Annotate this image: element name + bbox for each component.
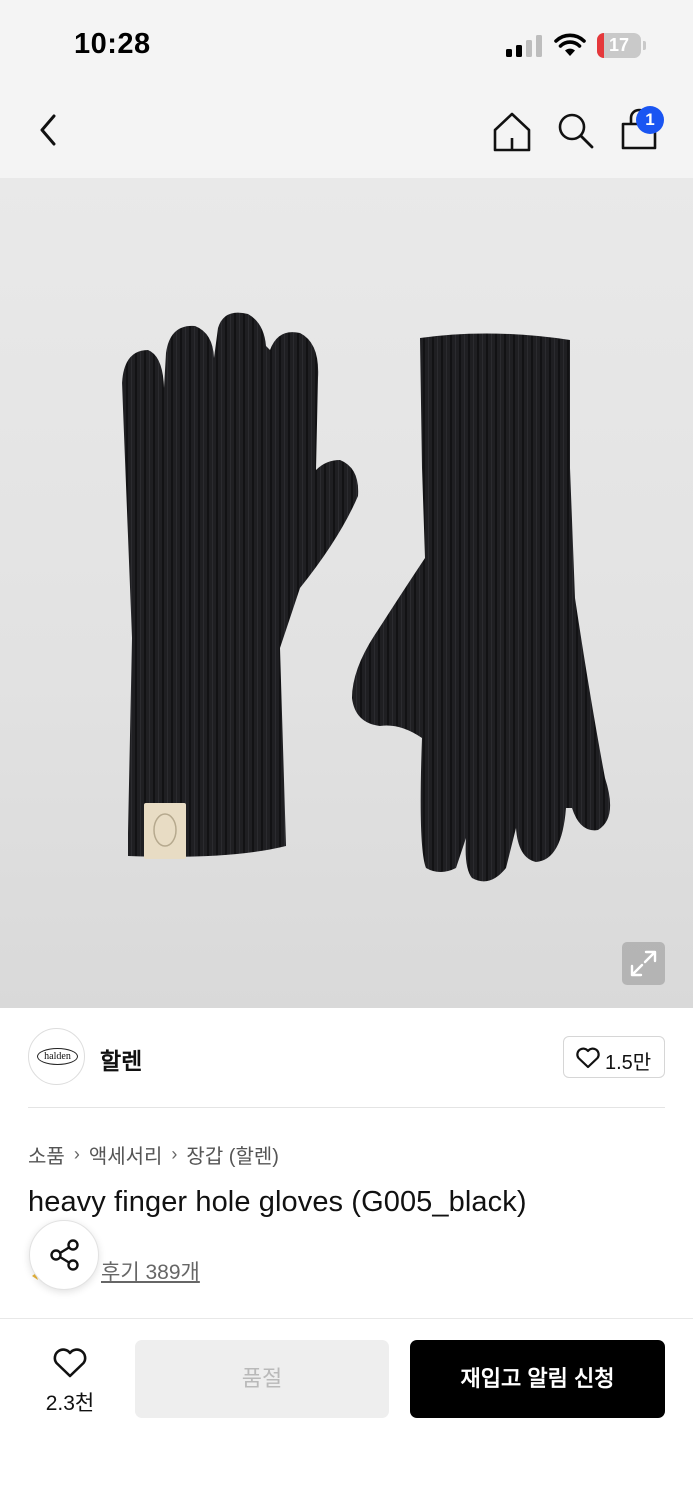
breadcrumb-item[interactable]: 액세서리 [89, 1140, 163, 1169]
review-link[interactable]: 후기 389개 [101, 1256, 200, 1286]
back-button[interactable] [32, 110, 68, 150]
battery-indicator: 17 [597, 33, 647, 58]
breadcrumb-separator-icon: › [73, 1144, 80, 1164]
divider [28, 1107, 665, 1108]
restock-alert-button[interactable]: 재입고 알림 신청 [410, 1340, 665, 1418]
brand-name[interactable]: 할렌 [100, 1042, 142, 1076]
expand-image-button[interactable] [622, 942, 665, 985]
brand-like-count: 1.5만 [605, 1052, 652, 1074]
wishlist-button[interactable]: 2.3천 [28, 1343, 112, 1417]
nav-bar: 1 [0, 88, 693, 178]
breadcrumb: 소품 › 액세서리 › 장갑 (할렌) [28, 1140, 279, 1169]
cellular-signal-icon [506, 35, 544, 57]
home-button[interactable] [490, 110, 534, 154]
expand-arrows-icon [630, 950, 657, 977]
brand-row[interactable]: halden 할렌 1.5만 [28, 1028, 665, 1086]
product-title: heavy finger hole gloves (G005_black) [28, 1186, 527, 1218]
left-glove [122, 312, 359, 859]
status-bar: 10:28 17 [0, 0, 693, 88]
product-image[interactable] [0, 178, 693, 1008]
right-glove [352, 333, 611, 882]
cart-button[interactable]: 1 [618, 106, 668, 154]
heart-outline-icon [53, 1348, 87, 1378]
chevron-left-icon [40, 114, 56, 146]
share-icon [50, 1239, 79, 1271]
home-icon [493, 112, 531, 152]
search-icon [558, 113, 594, 149]
brand-logo[interactable]: halden [28, 1028, 85, 1085]
brand-like-button[interactable]: 1.5만 [563, 1036, 665, 1078]
bottom-action-bar: 2.3천 품절 재입고 알림 신청 [0, 1318, 693, 1500]
breadcrumb-separator-icon: › [171, 1144, 178, 1164]
cart-count-badge: 1 [636, 106, 664, 134]
soldout-button[interactable]: 품절 [135, 1340, 389, 1418]
search-button[interactable] [555, 110, 597, 152]
wifi-icon [554, 33, 586, 56]
battery-percentage: 17 [608, 35, 630, 55]
brand-logo-text: halden [37, 1048, 78, 1065]
status-time: 10:28 [74, 28, 151, 60]
heart-outline-icon [576, 1047, 600, 1069]
breadcrumb-item[interactable]: 소품 [28, 1140, 65, 1169]
breadcrumb-item[interactable]: 장갑 (할렌) [186, 1140, 278, 1169]
wishlist-count: 2.3천 [45, 1392, 95, 1415]
gloves-illustration [122, 312, 611, 882]
share-button[interactable] [29, 1220, 99, 1290]
